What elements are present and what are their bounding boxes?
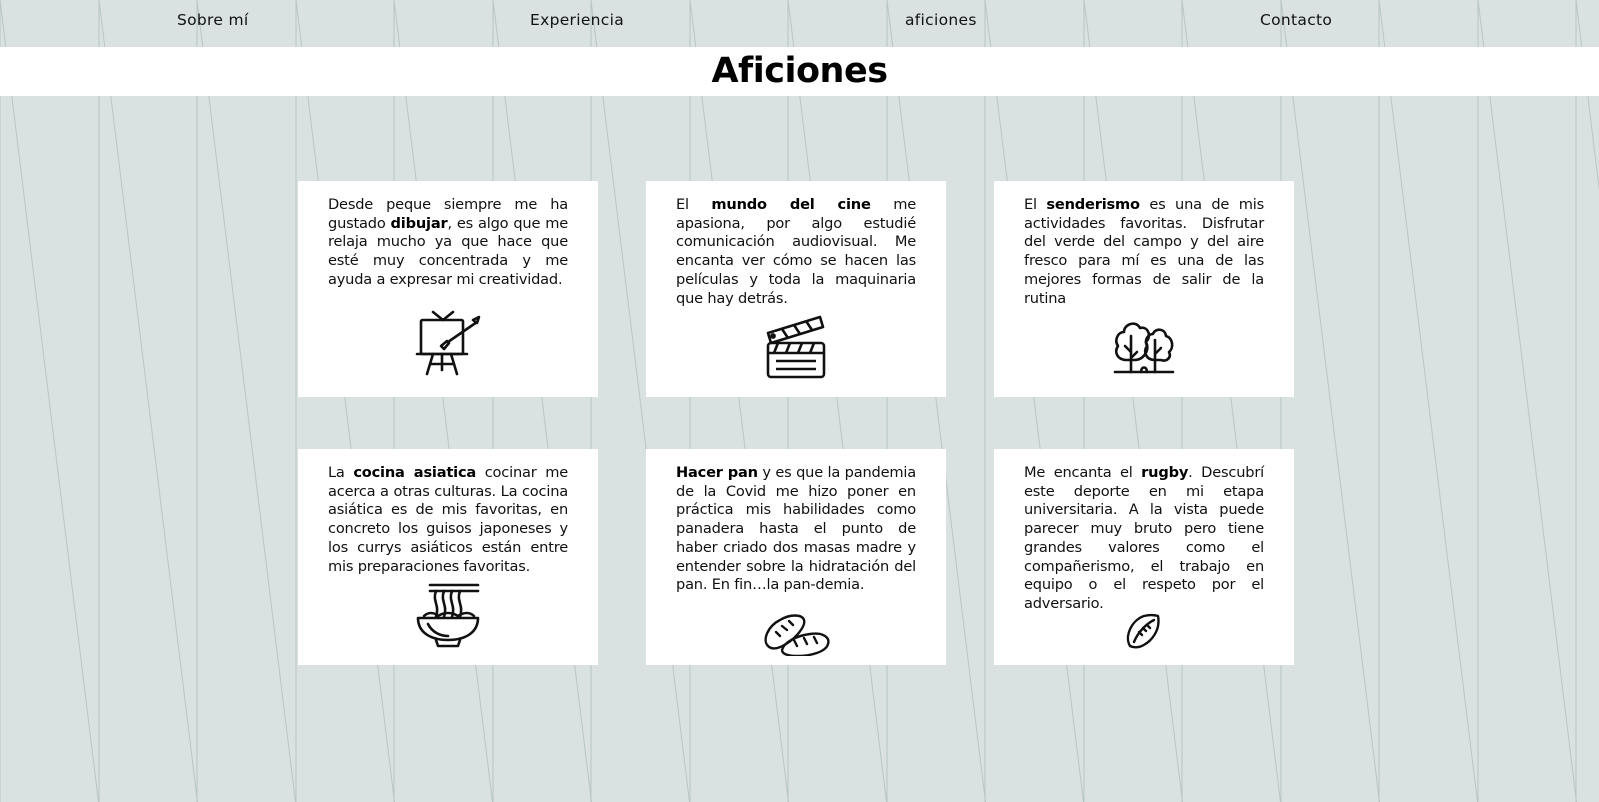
easel-painting-icon bbox=[298, 310, 598, 382]
trees-icon bbox=[994, 314, 1294, 380]
hobby-card-hiking: El senderismo es una de mis actividades … bbox=[994, 181, 1294, 397]
hobby-card-drawing: Desde peque siempre me ha gustado dibuja… bbox=[298, 181, 598, 397]
nav-aficiones[interactable]: aficiones bbox=[905, 11, 977, 29]
nav-sobre-mi[interactable]: Sobre mí bbox=[177, 11, 248, 29]
hobby-card-cinema: El mundo del cine me apasiona, por algo … bbox=[646, 181, 946, 397]
hobby-card-rugby: Me encanta el rugby. Descubrí este depor… bbox=[994, 449, 1294, 665]
hobby-card-bread: Hacer pan y es que la pandemia de la Cov… bbox=[646, 449, 946, 665]
card-text: El mundo del cine me apasiona, por algo … bbox=[676, 196, 917, 307]
nav-contacto[interactable]: Contacto bbox=[1260, 11, 1332, 29]
bread-icon bbox=[646, 612, 946, 660]
card-text: El senderismo es una de mis actividades … bbox=[1024, 196, 1264, 307]
rugby-ball-icon bbox=[994, 612, 1294, 656]
hobby-card-asian-cooking: La cocina asiatica cocinar me acerca a o… bbox=[298, 449, 598, 665]
noodle-bowl-icon bbox=[298, 582, 598, 652]
nav-experiencia[interactable]: Experiencia bbox=[530, 11, 624, 29]
section-title-band: Aficiones bbox=[0, 47, 1599, 96]
page-title: Aficiones bbox=[711, 51, 888, 91]
card-text: Me encanta el rugby. Descubrí este depor… bbox=[1024, 464, 1264, 612]
clapperboard-icon bbox=[646, 313, 946, 383]
card-text: La cocina asiatica cocinar me acerca a o… bbox=[328, 464, 568, 575]
card-text: Hacer pan y es que la pandemia de la Cov… bbox=[676, 464, 916, 594]
card-text: Desde peque siempre me ha gustado dibuja… bbox=[328, 196, 569, 288]
top-navigation: Sobre mí Experiencia aficiones Contacto bbox=[0, 0, 1599, 46]
background-pattern bbox=[0, 0, 1599, 802]
